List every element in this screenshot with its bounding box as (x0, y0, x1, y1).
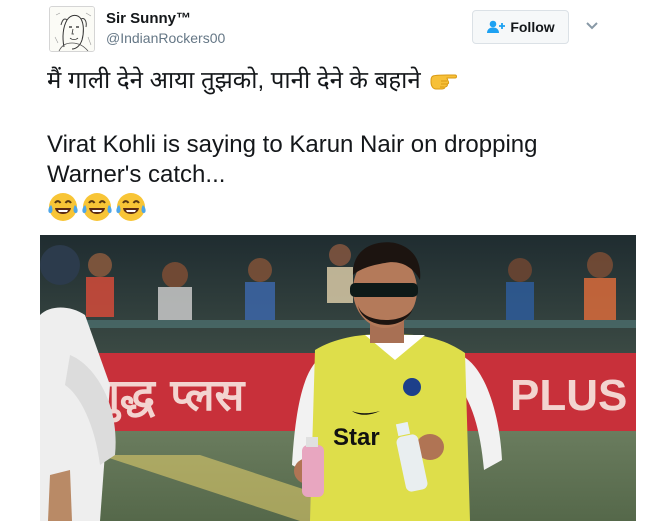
avatar[interactable] (49, 6, 95, 52)
emoji-row (47, 191, 147, 223)
laughing-tears-icon (82, 193, 112, 221)
cricket-photo-illustration: शुद्ध प्लस PLUS Star (40, 235, 636, 521)
bib-sponsor-text: Star (333, 424, 380, 451)
laughing-tears-icon (48, 193, 78, 221)
add-person-icon (486, 19, 506, 35)
laughing-tears-icon (116, 193, 146, 221)
more-options-button[interactable] (583, 17, 601, 35)
tweet-text-hindi-content: मैं गाली देने आया तुझको, पानी देने के बह… (47, 67, 421, 94)
tweet-text-hindi: मैं गाली देने आया तुझको, पानी देने के बह… (47, 66, 637, 96)
follow-button[interactable]: Follow (472, 10, 569, 44)
follow-label: Follow (510, 19, 555, 35)
tweet-text-line3: Warner's catch... (47, 161, 226, 188)
tweet-card: Sir Sunny™ @IndianRockers00 Follow मैं ग… (0, 0, 670, 521)
banner-left-text: शुद्ध प्लस (90, 370, 247, 423)
tweet-photo[interactable]: शुद्ध प्लस PLUS Star (40, 235, 636, 521)
author-name[interactable]: Sir Sunny™ (106, 10, 191, 27)
author-handle[interactable]: @IndianRockers00 (106, 30, 225, 46)
pointing-hand-icon (427, 68, 459, 92)
banner-right-text: PLUS (510, 371, 627, 420)
avatar-sketch-image (50, 7, 94, 51)
tweet-text-line2: Virat Kohli is saying to Karun Nair on d… (47, 131, 538, 158)
chevron-down-icon (586, 22, 598, 30)
